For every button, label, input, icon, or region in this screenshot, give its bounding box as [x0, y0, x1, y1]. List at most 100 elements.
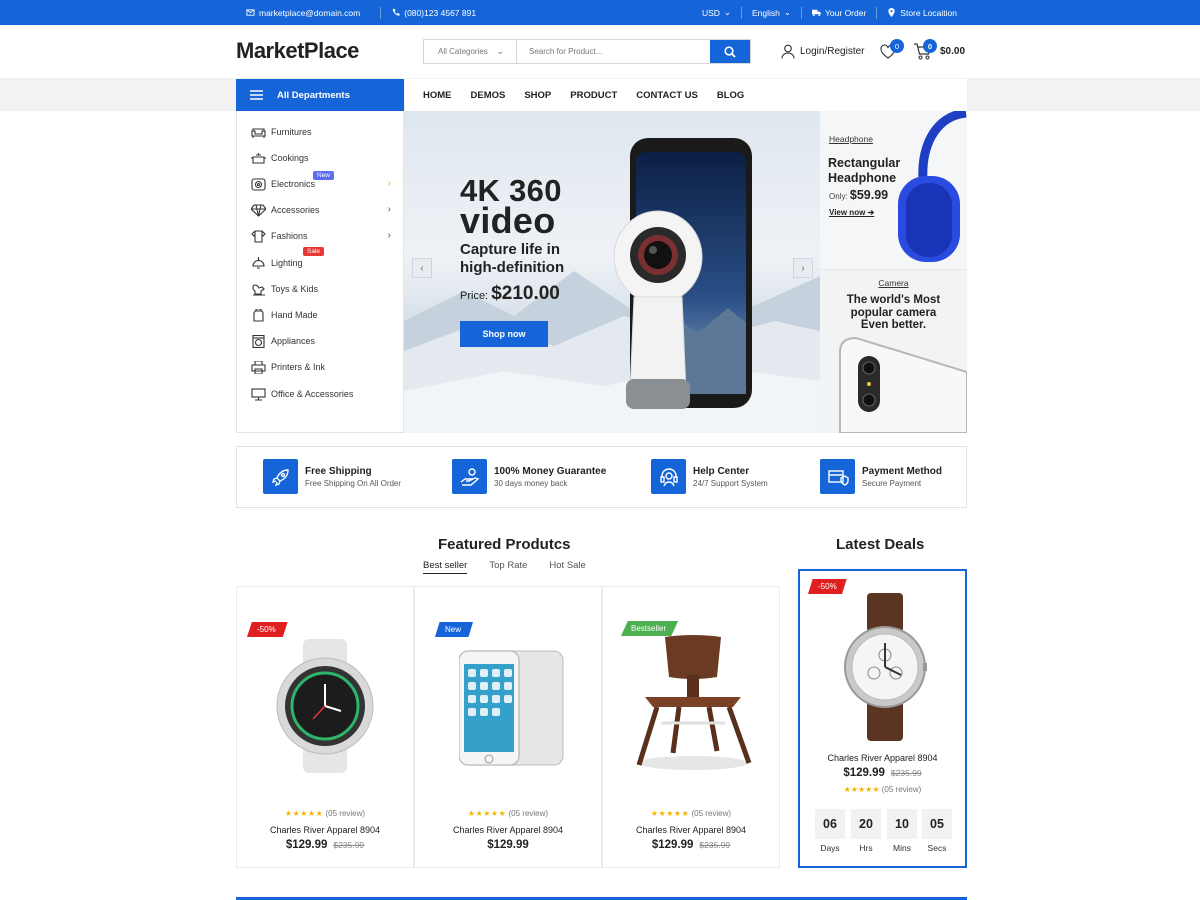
- currency-select[interactable]: USD ⌄: [692, 7, 741, 19]
- shop-now-button[interactable]: Shop now: [460, 321, 548, 347]
- hero-price-label: Price:: [460, 290, 489, 302]
- sidebar-item-printers-ink[interactable]: Printers & Ink: [249, 357, 397, 377]
- email-link[interactable]: marketplace@domain.com: [236, 7, 370, 19]
- deal-product-name[interactable]: Charles River Apparel 8904: [800, 753, 965, 763]
- camera-icon: [249, 177, 267, 191]
- search-input[interactable]: [517, 40, 710, 63]
- login-register-link[interactable]: Login/Register: [781, 44, 864, 59]
- review-count: (05 review): [691, 809, 732, 818]
- wishlist-count-badge: 0: [890, 39, 904, 53]
- sidebar-item-fashions[interactable]: Fashions ›: [249, 226, 397, 246]
- deal-card[interactable]: -50% Charles River Apparel 8904 $129.99 $…: [798, 569, 967, 868]
- headset-icon: [651, 459, 686, 494]
- logo[interactable]: MarketPlace: [236, 38, 359, 64]
- cart-total: $0.00: [940, 46, 966, 57]
- feature-title: Help Center: [693, 465, 750, 477]
- product-card[interactable]: New ★★★★★ (05 review) Charles River Appa…: [414, 586, 602, 868]
- star-rating-icon: ★★★★★: [284, 809, 324, 818]
- sidebar-item-label: Lighting: [271, 258, 303, 268]
- user-icon: [781, 44, 795, 59]
- all-departments-button[interactable]: All Departments: [236, 79, 404, 111]
- countdown-hours: 20: [851, 809, 881, 839]
- your-order-link[interactable]: Your Order: [801, 6, 876, 19]
- sidebar-item-electronics[interactable]: Electronics New ›: [249, 171, 397, 194]
- sidebar-item-accessories[interactable]: Accessories ›: [249, 200, 397, 220]
- feature-title: Free Shipping: [305, 465, 372, 477]
- product-name[interactable]: Charles River Apparel 8904: [237, 825, 413, 835]
- feature-help-center: Help Center 24/7 Support System: [651, 459, 768, 494]
- cart-count-badge: 0: [923, 39, 937, 53]
- iphone-product-image: [459, 650, 564, 766]
- tab-best-seller[interactable]: Best seller: [423, 560, 468, 574]
- camera-banner-line2: popular camera: [850, 306, 937, 319]
- price-value: $129.99: [285, 839, 328, 851]
- menu-demos[interactable]: DEMOS: [471, 90, 506, 101]
- headphone-banner[interactable]: Headphone Rectangular Headphone Only: $59…: [820, 111, 967, 270]
- menu-shop[interactable]: SHOP: [524, 90, 551, 101]
- page: marketplace@domain.com (080)123 4567 891…: [0, 0, 1200, 900]
- slider-prev-button[interactable]: ‹: [412, 258, 432, 278]
- sidebar-item-hand-made[interactable]: Hand Made: [249, 305, 397, 325]
- main-menu: HOME DEMOS SHOP PRODUCT CONTACT US BLOG: [405, 79, 967, 111]
- search-button[interactable]: [710, 40, 750, 63]
- headphone-category-link[interactable]: Headphone: [829, 134, 873, 144]
- headphone-only-label: Only:: [829, 192, 848, 201]
- camera-category-link[interactable]: Camera: [820, 278, 967, 288]
- phone-text: (080)123 4567 891: [404, 7, 477, 18]
- view-now-link[interactable]: View now ➔: [829, 208, 874, 217]
- sidebar-item-label: Appliances: [271, 336, 316, 346]
- sidebar-item-label: Furnitures: [271, 127, 312, 137]
- lamp-icon: [249, 256, 267, 270]
- sidebar-item-label: Accessories: [271, 205, 320, 215]
- menu-blog[interactable]: BLOG: [717, 90, 744, 101]
- sidebar-item-label: Hand Made: [271, 310, 318, 320]
- old-price: $235.99: [699, 840, 731, 850]
- cart-button[interactable]: $0.00 0: [913, 39, 966, 60]
- wristwatch-image: [844, 593, 927, 741]
- feature-title: 100% Money Guarantee: [494, 465, 607, 477]
- menu-product[interactable]: PRODUCT: [570, 90, 617, 101]
- product-price: $129.99: [415, 839, 601, 851]
- feature-subtitle: Secure Payment: [862, 478, 922, 488]
- sidebar-item-cookings[interactable]: Cookings: [249, 148, 397, 168]
- sale-label: -50%: [247, 622, 288, 637]
- sidebar-item-label: Electronics: [271, 179, 316, 189]
- tab-hot-sale[interactable]: Hot Sale: [549, 560, 585, 574]
- product-card[interactable]: -50% ★★★★★ (05 review) Charles River App…: [236, 586, 414, 868]
- chevron-right-icon: ›: [387, 178, 391, 189]
- chevron-down-icon: ⌄: [496, 46, 504, 56]
- sidebar-item-toys-kids[interactable]: Toys & Kids: [249, 279, 397, 299]
- hero-subtitle-line2: high-definition: [460, 259, 565, 276]
- language-select[interactable]: English ⌄: [741, 6, 801, 19]
- phone-link[interactable]: (080)123 4567 891: [380, 6, 486, 19]
- price-value: $129.99: [487, 839, 529, 851]
- sidebar-item-label: Printers & Ink: [271, 362, 326, 372]
- currency-value: USD: [701, 7, 720, 18]
- camera-banner-line1: The world's Most: [846, 294, 941, 306]
- camera-banner[interactable]: Camera The world's Most popular camera Eve…: [820, 270, 967, 433]
- menu-contact-us[interactable]: CONTACT US: [636, 90, 698, 101]
- category-select[interactable]: All Categories ⌄: [424, 40, 517, 63]
- product-card[interactable]: Bestseller ★★★★★ (05 review) Charles Riv…: [602, 586, 780, 868]
- pot-icon: [249, 151, 267, 165]
- product-name[interactable]: Charles River Apparel 8904: [415, 825, 601, 835]
- sidebar-item-furnitures[interactable]: Furnitures: [249, 122, 397, 142]
- sidebar-item-lighting[interactable]: Lighting Sale: [249, 247, 397, 273]
- tab-top-rate[interactable]: Top Rate: [489, 560, 527, 574]
- deal-rating: ★★★★★ (05 review): [800, 785, 965, 794]
- wishlist-button[interactable]: 0: [880, 39, 904, 64]
- horse-icon: [249, 282, 267, 296]
- store-location-link[interactable]: Store Locaition: [876, 6, 967, 19]
- sidebar-item-office-accessories[interactable]: Office & Accessories: [249, 384, 397, 404]
- old-price: $235.99: [333, 840, 365, 850]
- headphone-price: Only: $59.99: [829, 188, 888, 202]
- slider-next-button[interactable]: ›: [793, 258, 813, 278]
- menu-home[interactable]: HOME: [423, 90, 452, 101]
- hamburger-icon: [250, 90, 263, 100]
- sidebar-item-appliances[interactable]: Appliances: [249, 331, 397, 351]
- product-name[interactable]: Charles River Apparel 8904: [603, 825, 779, 835]
- countdown-hours-label: Hrs: [859, 843, 873, 853]
- product-rating: ★★★★★ (05 review): [415, 809, 601, 818]
- star-rating-icon: ★★★★★: [843, 785, 880, 794]
- product-price: $129.99 $235.99: [603, 839, 779, 851]
